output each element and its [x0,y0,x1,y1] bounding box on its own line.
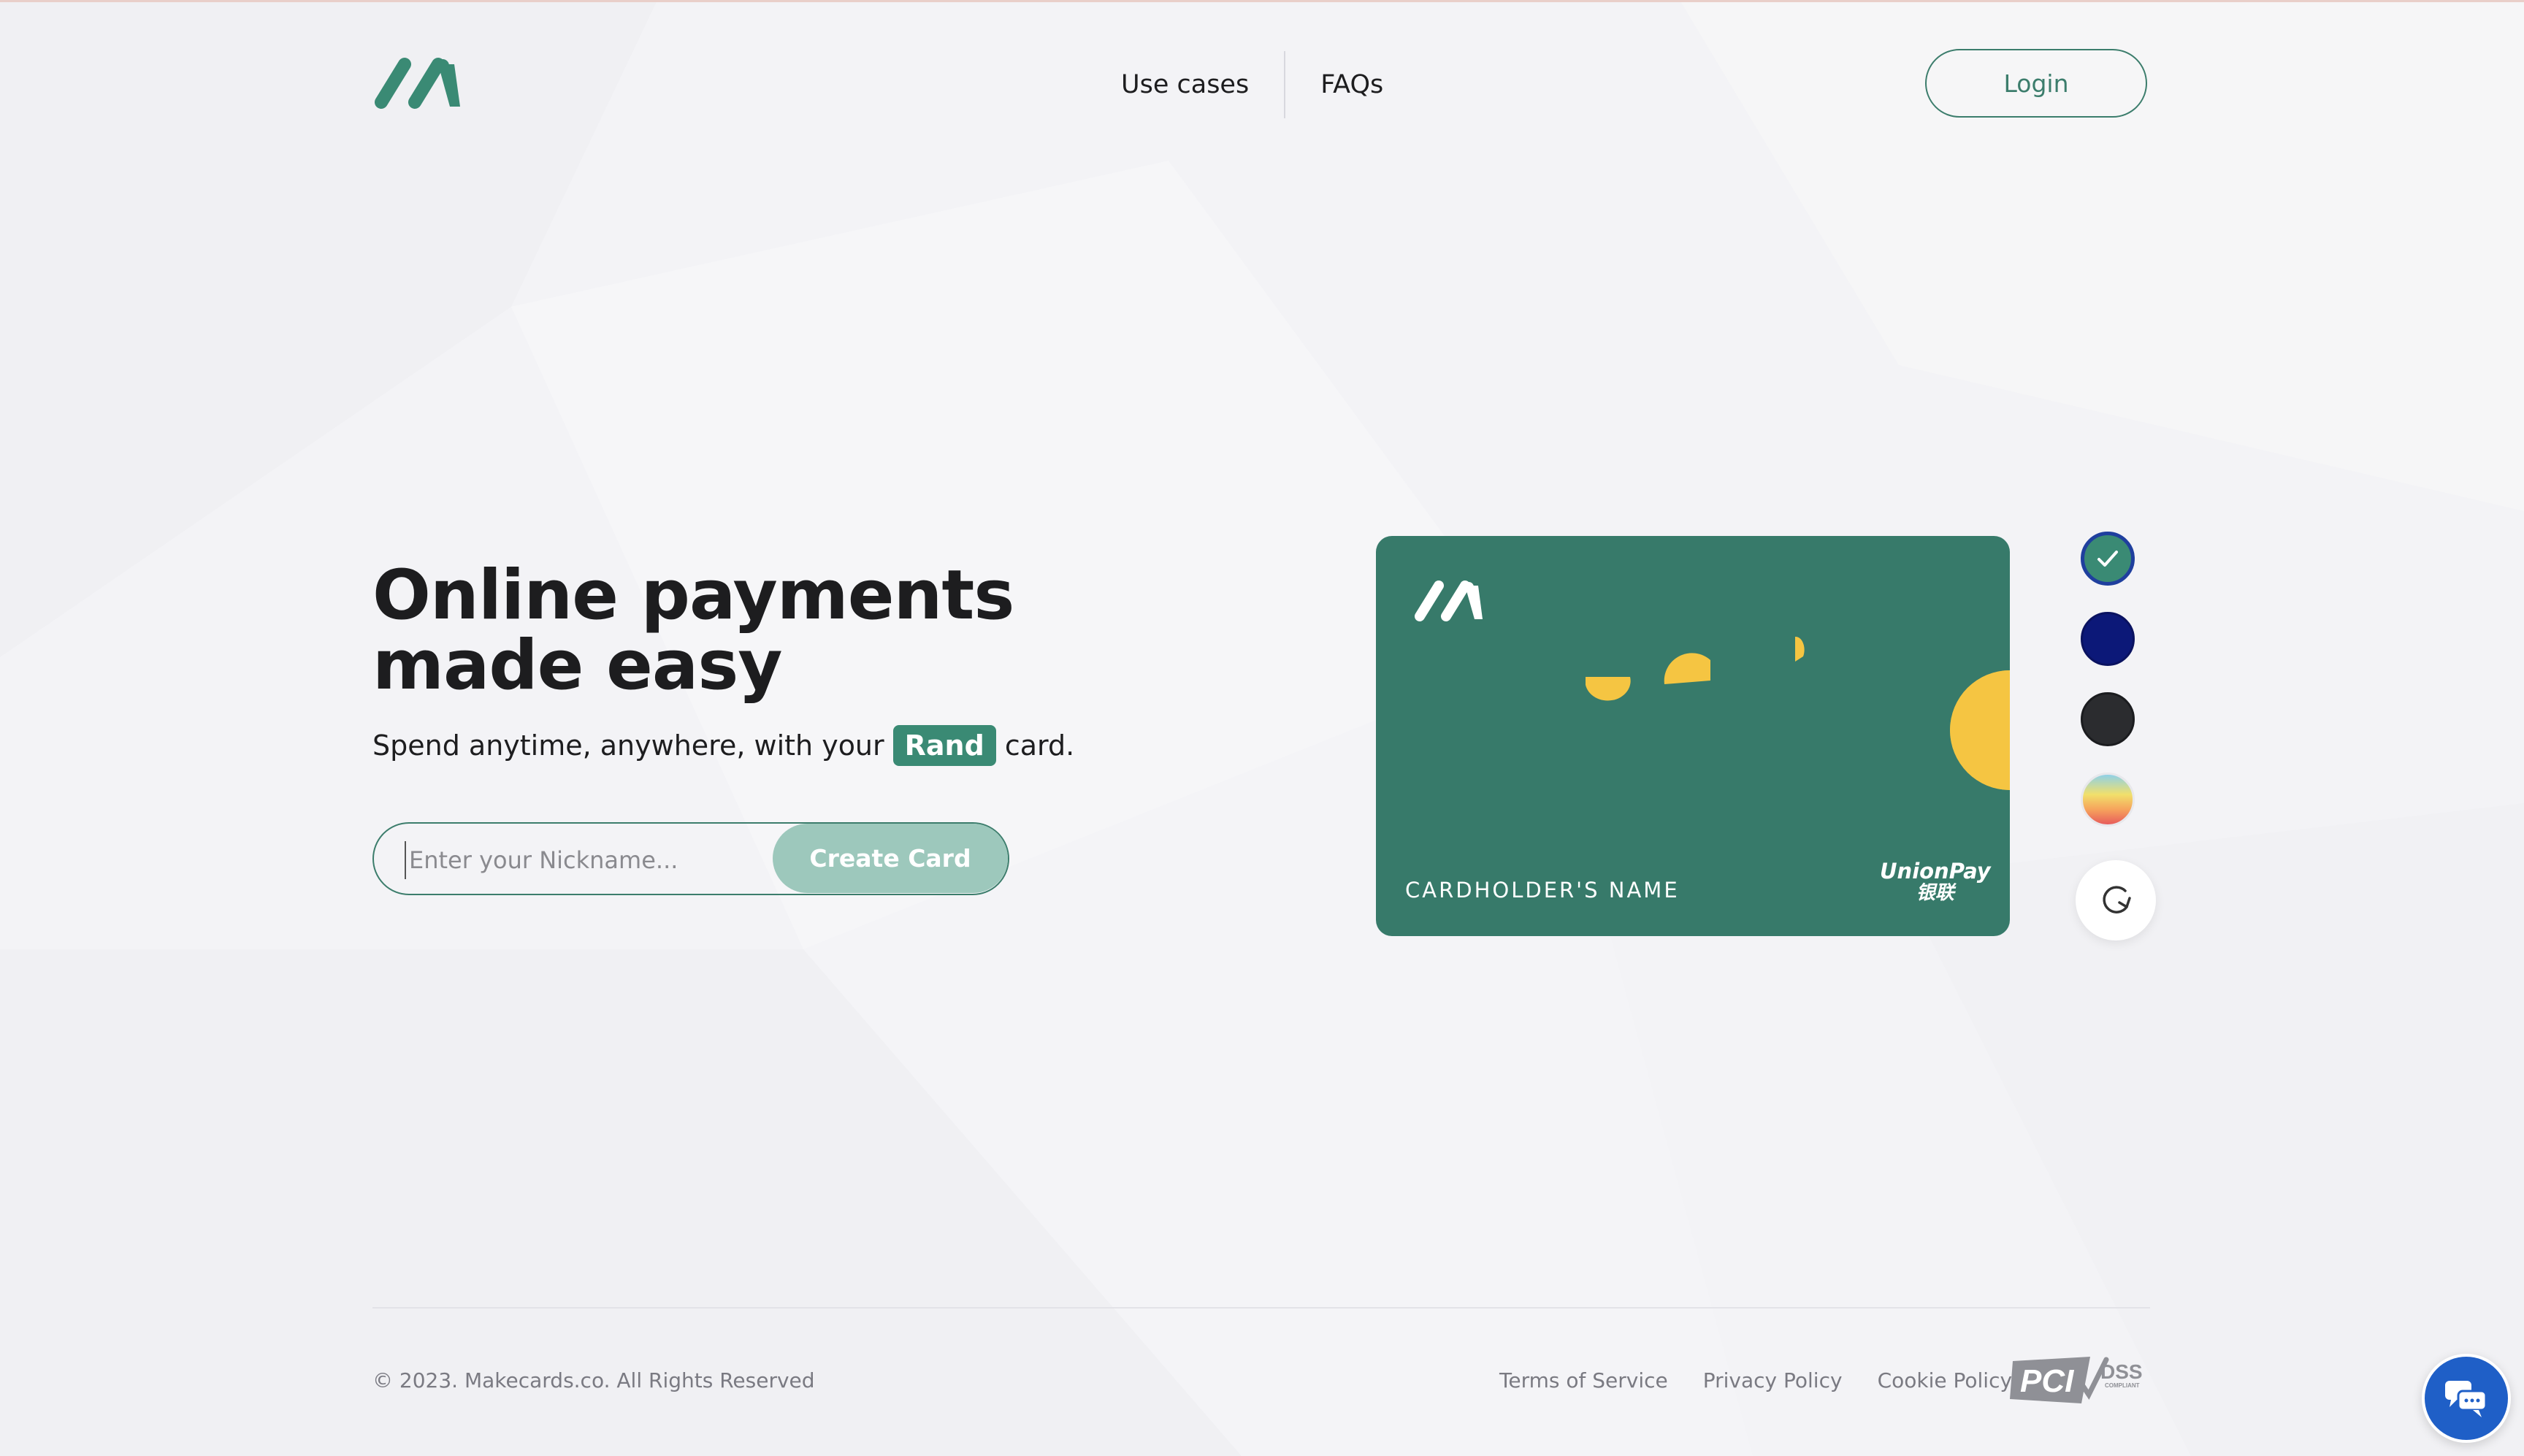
cardholder-name-label: CARDHOLDER'S NAME [1405,878,1680,903]
hero-title: Online payments made easy [372,561,1066,701]
create-card-button[interactable]: Create Card [773,824,1008,893]
hero-subtitle-before: Spend anytime, anywhere, with your [372,729,884,762]
footer-links: Terms of Service Privacy Policy Cookie P… [1499,1368,2047,1392]
top-accent-line [0,0,2524,2]
nickname-input[interactable] [405,841,776,879]
pci-compliant-text: COMPLIANT [2105,1382,2140,1389]
cookie-policy-link[interactable]: Cookie Policy [1878,1368,2012,1392]
nav-faqs[interactable]: FAQs [1320,70,1383,99]
card-logo-icon [1415,581,1483,621]
makecards-logo-icon[interactable] [372,55,470,112]
unionpay-name: UnionPay [1880,859,1991,884]
color-option-navy[interactable] [2081,612,2135,666]
hero-title-line2: made easy [372,626,783,705]
pci-dss-text: DSS [2100,1360,2143,1383]
login-button[interactable]: Login [1925,49,2147,118]
unionpay-logo: UnionPay 银联 [1880,860,1991,904]
currency-badge: Rand [892,725,996,766]
terms-of-service-link[interactable]: Terms of Service [1499,1368,1668,1392]
hero-subtitle-after: card. [1004,729,1075,762]
main-nav: Use cases FAQs [1121,51,1383,118]
svg-text:PCI: PCI [2020,1363,2074,1399]
nav-divider [1284,51,1286,118]
chat-icon [2445,1381,2487,1417]
chat-button[interactable] [2422,1354,2511,1443]
unionpay-name-cn: 银联 [1916,882,1954,904]
hero-subtitle: Spend anytime, anywhere, with your Rand … [372,725,1074,766]
card-preview: CARDHOLDER'S NAME UnionPay 银联 [1376,536,2010,936]
nav-use-cases[interactable]: Use cases [1121,70,1249,99]
nickname-form: Create Card [372,822,1009,895]
check-icon [2097,551,2118,567]
privacy-policy-link[interactable]: Privacy Policy [1703,1368,1843,1392]
hero-title-line1: Online payments [372,556,1014,635]
copyright-text: © 2023. Makecards.co. All Rights Reserve… [372,1368,815,1392]
pci-dss-badge: PCI DSS COMPLIANT [2010,1352,2150,1411]
color-option-charcoal[interactable] [2081,692,2135,746]
color-option-rainbow[interactable] [2081,773,2135,827]
footer-divider [372,1307,2150,1309]
refresh-icon [2103,886,2131,913]
refresh-button[interactable] [2076,860,2156,940]
color-option-green[interactable] [2081,532,2135,586]
